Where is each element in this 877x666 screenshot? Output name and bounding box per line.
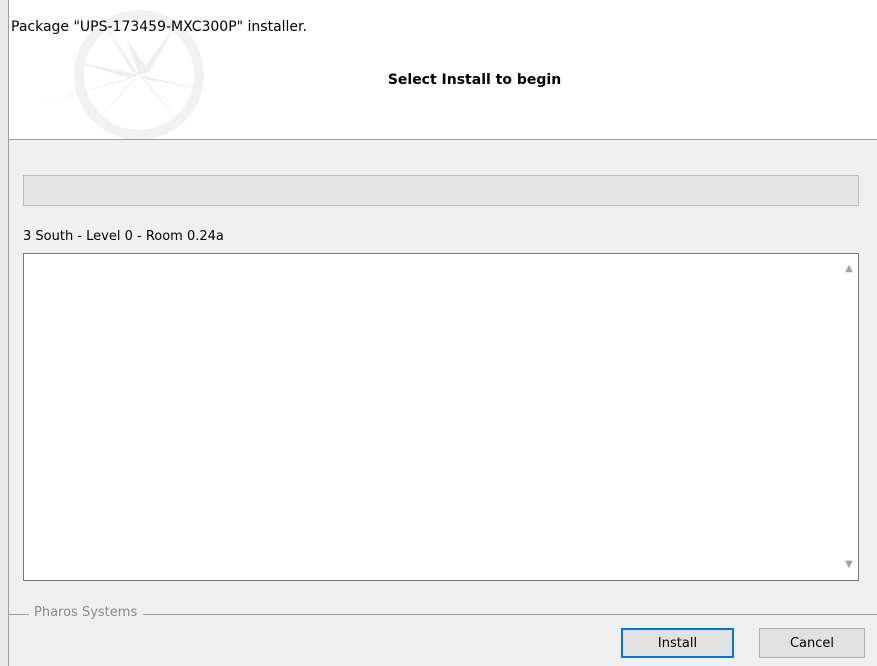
- chevron-up-icon[interactable]: ▲: [840, 260, 858, 278]
- window-left-edge: [0, 0, 9, 666]
- installer-header: Package "UPS-173459-MXC300P" installer. …: [9, 0, 877, 140]
- cancel-button[interactable]: Cancel: [759, 628, 865, 658]
- log-scrollbar[interactable]: ▲ ▼: [840, 254, 858, 580]
- header-title: Package "UPS-173459-MXC300P" installer.: [11, 19, 307, 35]
- header-subtitle: Select Install to begin: [387, 72, 562, 88]
- install-button[interactable]: Install: [621, 628, 734, 658]
- vendor-label: Pharos Systems: [29, 605, 144, 620]
- location-label: 3 South - Level 0 - Room 0.24a: [23, 229, 224, 244]
- chevron-down-icon[interactable]: ▼: [840, 556, 858, 574]
- install-progress-bar: [23, 175, 859, 206]
- install-log[interactable]: ▲ ▼: [23, 253, 859, 581]
